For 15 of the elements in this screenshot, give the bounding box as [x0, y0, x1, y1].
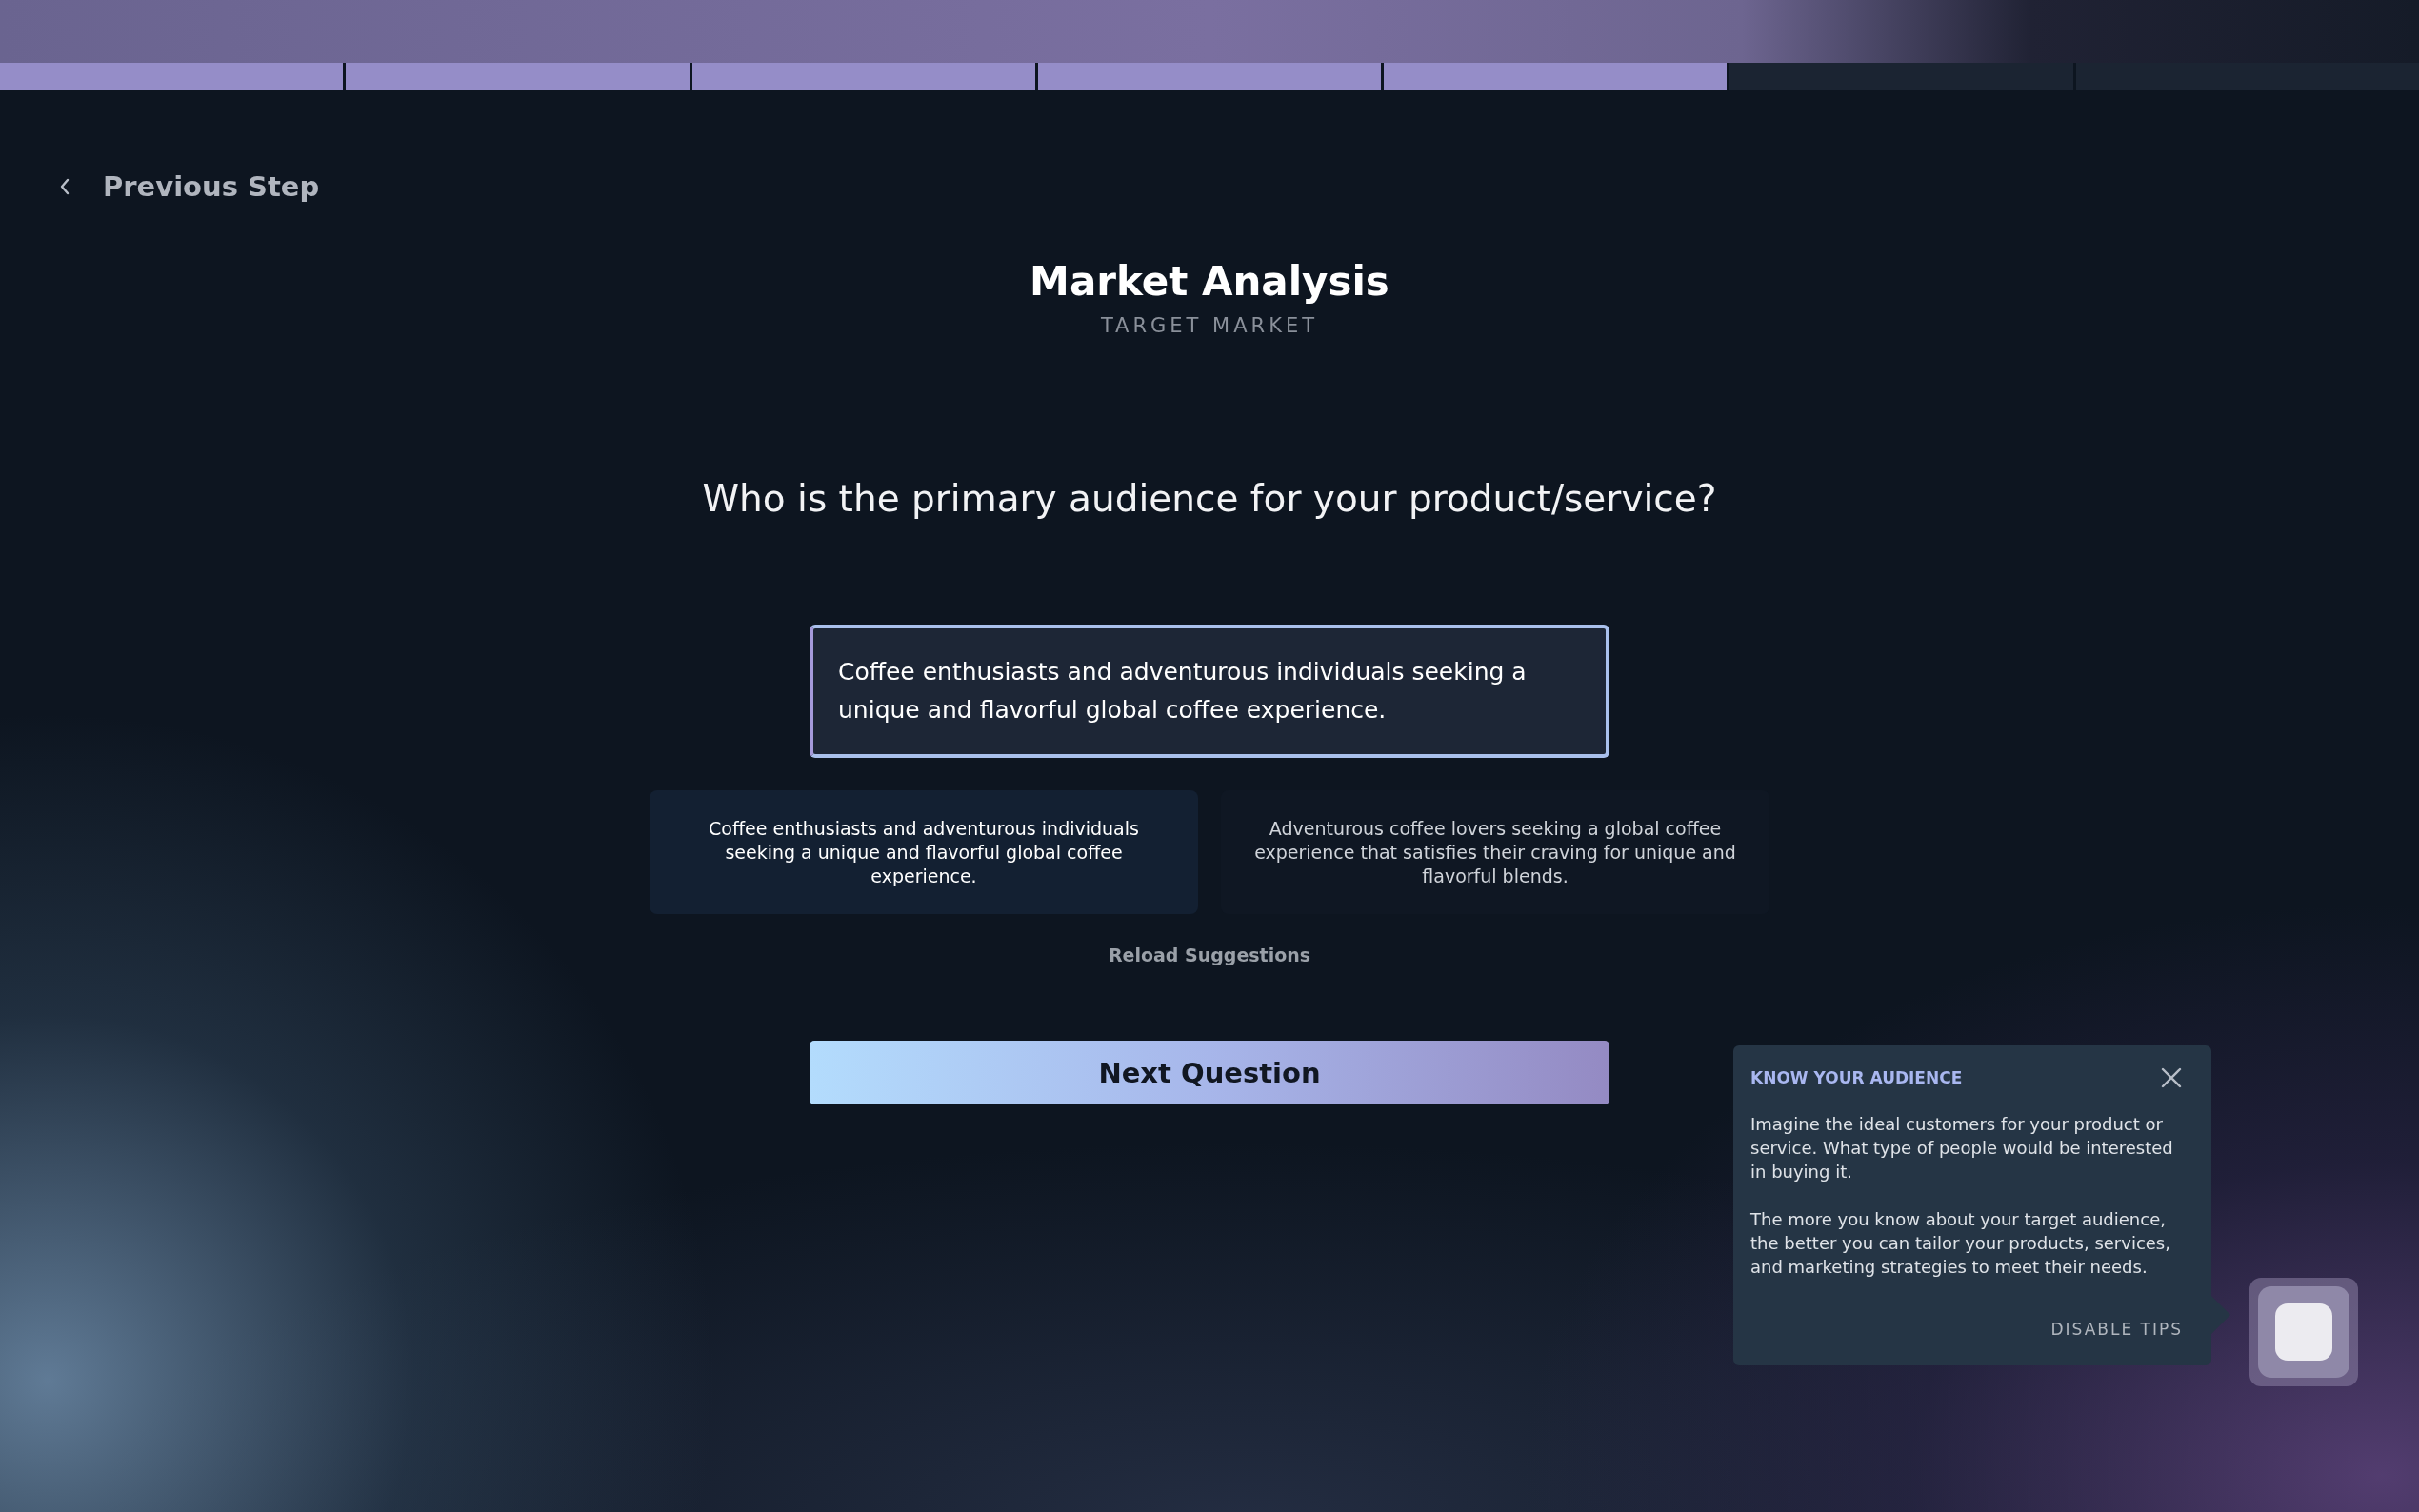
suggestion-card[interactable]: Coffee enthusiasts and adventurous individuals seeking a unique and flavorful global coffee experience. — [650, 790, 1198, 914]
answer-field[interactable]: Coffee enthusiasts and adventurous individuals seeking a unique and flavorful global coffee experience. — [810, 625, 1609, 758]
tip-paragraph: Imagine the ideal customers for your product or service. What type of people would be interested in buying it. — [1750, 1113, 2174, 1184]
tip-title: KNOW YOUR AUDIENCE — [1750, 1068, 1963, 1087]
assistant-button[interactable] — [2249, 1278, 2358, 1386]
page-subtitle: TARGET MARKET — [1100, 314, 1319, 337]
page-title: Market Analysis — [1030, 257, 1389, 307]
chevron-left-icon — [59, 177, 70, 196]
disable-tips-link[interactable]: DISABLE TIPS — [2050, 1320, 2183, 1339]
next-question-button[interactable]: Next Question — [810, 1041, 1609, 1104]
close-icon[interactable] — [2160, 1066, 2183, 1089]
tip-paragraph: The more you know about your target audience, the better you can tailor your products, services, and marketing strategies to meet their needs. — [1750, 1208, 2171, 1279]
question-text: Who is the primary audience for your product/service? — [702, 476, 1717, 522]
reload-suggestions-link[interactable]: Reload Suggestions — [1108, 945, 1311, 965]
previous-step-link[interactable]: Previous Step — [59, 167, 320, 207]
